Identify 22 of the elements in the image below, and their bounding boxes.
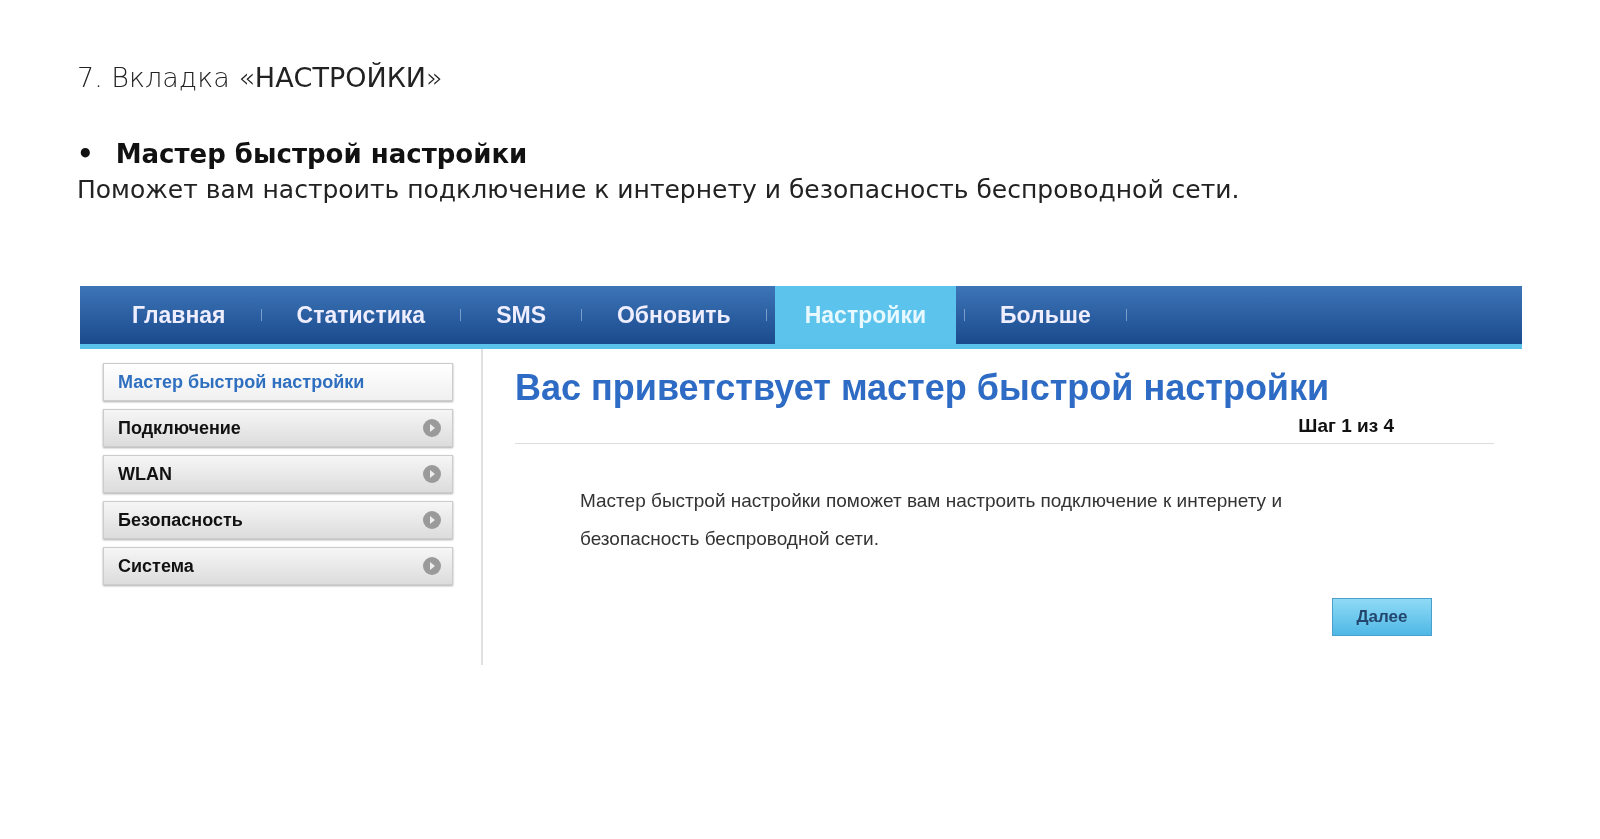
arrow-circle-icon [422, 418, 442, 438]
section-heading: 7. Вкладка «НАСТРОЙКИ» [77, 62, 444, 93]
sidebar-item[interactable]: Мастер быстрой настройки [103, 363, 453, 401]
nav-tab[interactable]: Обновить [589, 286, 758, 344]
arrow-circle-icon [422, 510, 442, 530]
sidebar-item[interactable]: Подключение [103, 409, 453, 447]
subsection-title: Мастер быстрой настройки [115, 139, 528, 169]
bullet-mark: • [77, 139, 94, 169]
sidebar-item[interactable]: WLAN [103, 455, 453, 493]
wizard-title: Вас приветствует мастер быстрой настройки [515, 367, 1331, 409]
next-button[interactable]: Далее [1332, 598, 1432, 636]
sidebar-item[interactable]: Система [103, 547, 453, 585]
arrow-circle-icon [422, 464, 442, 484]
subsection-text: Поможет вам настроить подключение к интернету и безопасность беспроводной сети. [77, 175, 1241, 204]
wizard-description: Мастер быстрой настройки поможет вам настроить подключение к интернету и безопасность беспроводной сети. [580, 489, 1283, 551]
step-indicator: Шаг 1 из 4 [1298, 415, 1394, 437]
nav-tab[interactable]: Главная [105, 286, 253, 344]
nav-tab[interactable]: Больше [973, 286, 1118, 344]
nav-tab[interactable]: Статистика [269, 286, 453, 344]
nav-tab[interactable]: SMS [469, 286, 573, 344]
sidebar-item[interactable]: Безопасность [103, 501, 453, 539]
arrow-circle-icon [422, 556, 442, 576]
